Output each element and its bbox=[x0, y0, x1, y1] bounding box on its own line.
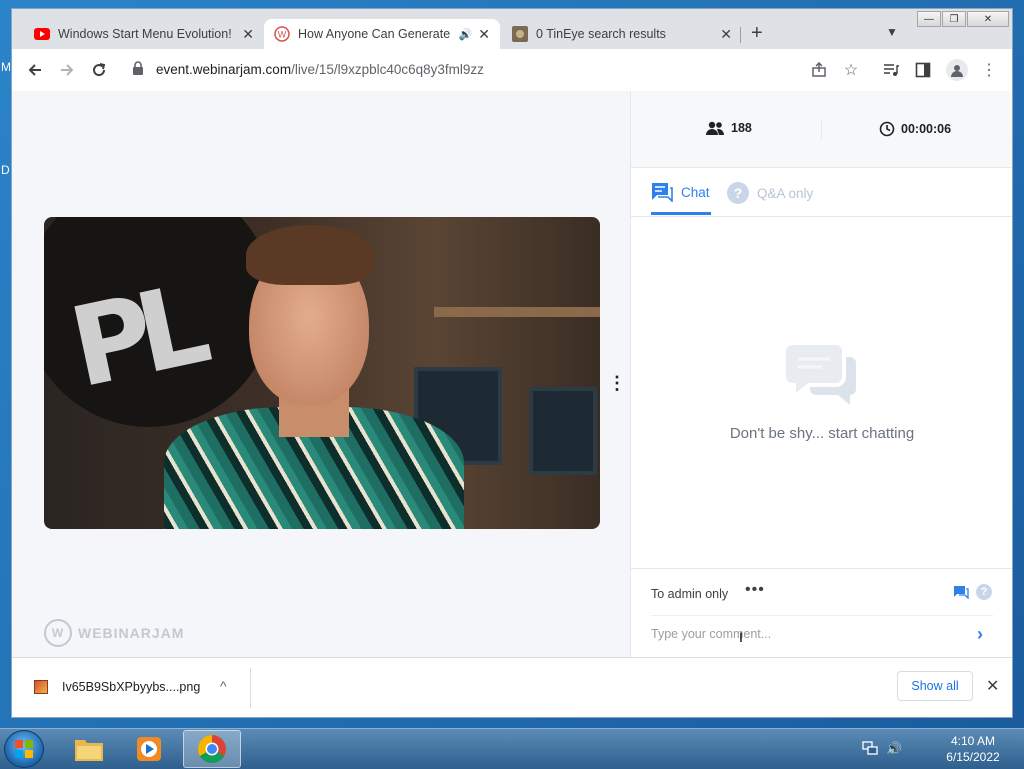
windows-logo-icon bbox=[15, 740, 33, 758]
chat-bubble-icon bbox=[651, 182, 673, 202]
address-bar[interactable]: event.webinarjam.com/live/15/l9xzpblc40c… bbox=[156, 62, 484, 77]
text-cursor-icon: I bbox=[739, 629, 743, 645]
menu-kebab-icon[interactable]: ⋮ bbox=[980, 61, 998, 79]
send-icon[interactable]: › bbox=[977, 624, 983, 645]
reload-icon[interactable] bbox=[90, 61, 108, 79]
video-player[interactable]: PL bbox=[44, 217, 600, 529]
tab-qa-label: Q&A only bbox=[757, 185, 814, 201]
media-control-icon[interactable] bbox=[882, 61, 900, 79]
comment-input[interactable] bbox=[651, 627, 961, 641]
elapsed-timer: 00:00:06 bbox=[879, 121, 951, 137]
bookmark-star-icon[interactable]: ☆ bbox=[842, 61, 860, 79]
people-icon bbox=[705, 121, 725, 135]
webinarjam-logo-icon: W bbox=[44, 619, 72, 647]
close-tab-icon[interactable]: ✕ bbox=[720, 26, 732, 43]
download-bar: Iv65B9SbXPbyybs....png ^ Show all ✕ bbox=[12, 657, 1012, 717]
tab-title: Windows Start Menu Evolution! | bbox=[58, 27, 237, 41]
video-person-hair bbox=[246, 225, 374, 285]
download-file-name: Iv65B9SbXPbyybs....png bbox=[62, 680, 201, 694]
webinarjam-icon: W bbox=[274, 26, 290, 42]
question-icon: ? bbox=[727, 182, 749, 204]
chat-tabs: Chat ? Q&A only bbox=[631, 168, 1012, 217]
tab-webinar[interactable]: W How Anyone Can Generate $ 🔊 ✕ bbox=[264, 19, 500, 49]
url-path: /live/15/l9xzpblc40c6q8y3fml9zz bbox=[291, 62, 484, 77]
tab-search-icon[interactable]: ▼ bbox=[886, 25, 898, 39]
tab-chat-label: Chat bbox=[681, 184, 710, 200]
attendee-count-value: 188 bbox=[731, 121, 752, 135]
browser-window: Windows Start Menu Evolution! | ✕ W How … bbox=[11, 8, 1013, 718]
volume-icon[interactable]: 🔊 bbox=[886, 741, 902, 758]
chat-mode-icon[interactable] bbox=[953, 585, 969, 604]
clock-date: 6/15/2022 bbox=[946, 750, 1000, 764]
new-tab-button[interactable]: + bbox=[751, 23, 763, 43]
attendee-count: 188 bbox=[705, 121, 752, 135]
webinar-page: PL ⋮ W WEBINARJAM 188 00:00:06 Chat ? Q&… bbox=[12, 91, 1012, 658]
media-player-icon[interactable] bbox=[120, 730, 178, 768]
chat-composer: To admin only ••• ? I › bbox=[631, 568, 1012, 658]
taskbar-clock[interactable]: 4:10 AM 6/15/2022 bbox=[930, 733, 1016, 765]
share-icon[interactable] bbox=[810, 61, 828, 79]
image-file-icon bbox=[34, 680, 48, 694]
close-tab-icon[interactable]: ✕ bbox=[242, 26, 254, 43]
show-all-button[interactable]: Show all bbox=[897, 671, 973, 701]
tineye-icon bbox=[512, 26, 528, 42]
desktop-icon-label[interactable]: M bbox=[1, 60, 11, 74]
webinarjam-logo: W WEBINARJAM bbox=[44, 619, 184, 647]
desktop-icon-label[interactable]: D bbox=[1, 163, 10, 177]
tab-qa[interactable]: ? Q&A only bbox=[727, 182, 813, 204]
browser-toolbar: event.webinarjam.com/live/15/l9xzpblc40c… bbox=[12, 49, 1012, 92]
forward-icon[interactable] bbox=[58, 61, 76, 79]
video-shelf bbox=[434, 307, 600, 317]
tab-youtube[interactable]: Windows Start Menu Evolution! | ✕ bbox=[24, 19, 264, 49]
empty-chat-icon bbox=[786, 341, 858, 414]
tab-strip: Windows Start Menu Evolution! | ✕ W How … bbox=[12, 9, 1012, 49]
youtube-icon bbox=[34, 26, 50, 42]
url-domain: event.webinarjam.com bbox=[156, 62, 292, 77]
back-icon[interactable] bbox=[26, 61, 44, 79]
start-button[interactable] bbox=[4, 730, 44, 768]
active-tab-indicator bbox=[651, 212, 711, 215]
recipient-selector[interactable]: To admin only bbox=[651, 587, 728, 601]
tab-separator bbox=[740, 27, 741, 43]
close-tab-icon[interactable]: ✕ bbox=[478, 26, 490, 43]
empty-chat-message: Don't be shy... start chatting bbox=[729, 425, 915, 442]
video-wall-logo: PL bbox=[60, 261, 207, 413]
clock-time: 4:10 AM bbox=[950, 734, 996, 748]
chat-panel: 188 00:00:06 Chat ? Q&A only Don't be sh… bbox=[630, 91, 1012, 658]
speaker-icon[interactable]: 🔊 bbox=[459, 28, 473, 41]
resize-handle-icon[interactable]: ⋮ bbox=[604, 363, 630, 403]
network-icon[interactable] bbox=[862, 741, 878, 758]
side-panel-icon[interactable] bbox=[914, 61, 932, 79]
stats-divider bbox=[821, 121, 822, 139]
profile-avatar-icon[interactable] bbox=[946, 59, 968, 81]
composer-divider bbox=[651, 615, 993, 616]
download-item[interactable]: Iv65B9SbXPbyybs....png bbox=[34, 680, 200, 694]
window-controls: — ❐ ✕ bbox=[916, 11, 1009, 27]
recipient-options-button[interactable]: ••• bbox=[745, 581, 765, 599]
tab-chat[interactable]: Chat bbox=[651, 182, 710, 202]
restore-button[interactable]: ❐ bbox=[942, 11, 966, 27]
minimize-button[interactable]: — bbox=[917, 11, 941, 27]
taskbar: 🔊 4:10 AM 6/15/2022 bbox=[0, 728, 1024, 769]
video-picture-frame bbox=[529, 387, 597, 475]
chevron-up-icon[interactable]: ^ bbox=[220, 678, 227, 694]
chrome-icon[interactable] bbox=[183, 730, 241, 768]
elapsed-time-value: 00:00:06 bbox=[901, 122, 952, 136]
question-mode-icon[interactable]: ? bbox=[976, 584, 992, 600]
stats-bar: 188 00:00:06 bbox=[631, 91, 1012, 168]
brand-name: WEBINARJAM bbox=[78, 625, 185, 641]
svg-text:W: W bbox=[278, 30, 287, 40]
tab-tineye[interactable]: 0 TinEye search results ✕ bbox=[502, 19, 742, 49]
download-separator bbox=[250, 668, 251, 708]
tab-title: 0 TinEye search results bbox=[536, 27, 666, 41]
close-download-bar-icon[interactable]: ✕ bbox=[986, 676, 999, 696]
explorer-icon[interactable] bbox=[60, 730, 118, 768]
lock-icon[interactable] bbox=[132, 61, 144, 80]
system-tray: 🔊 bbox=[862, 741, 902, 758]
tab-title: How Anyone Can Generate $ bbox=[298, 27, 453, 41]
clock-icon bbox=[879, 121, 895, 137]
close-window-button[interactable]: ✕ bbox=[967, 11, 1009, 27]
